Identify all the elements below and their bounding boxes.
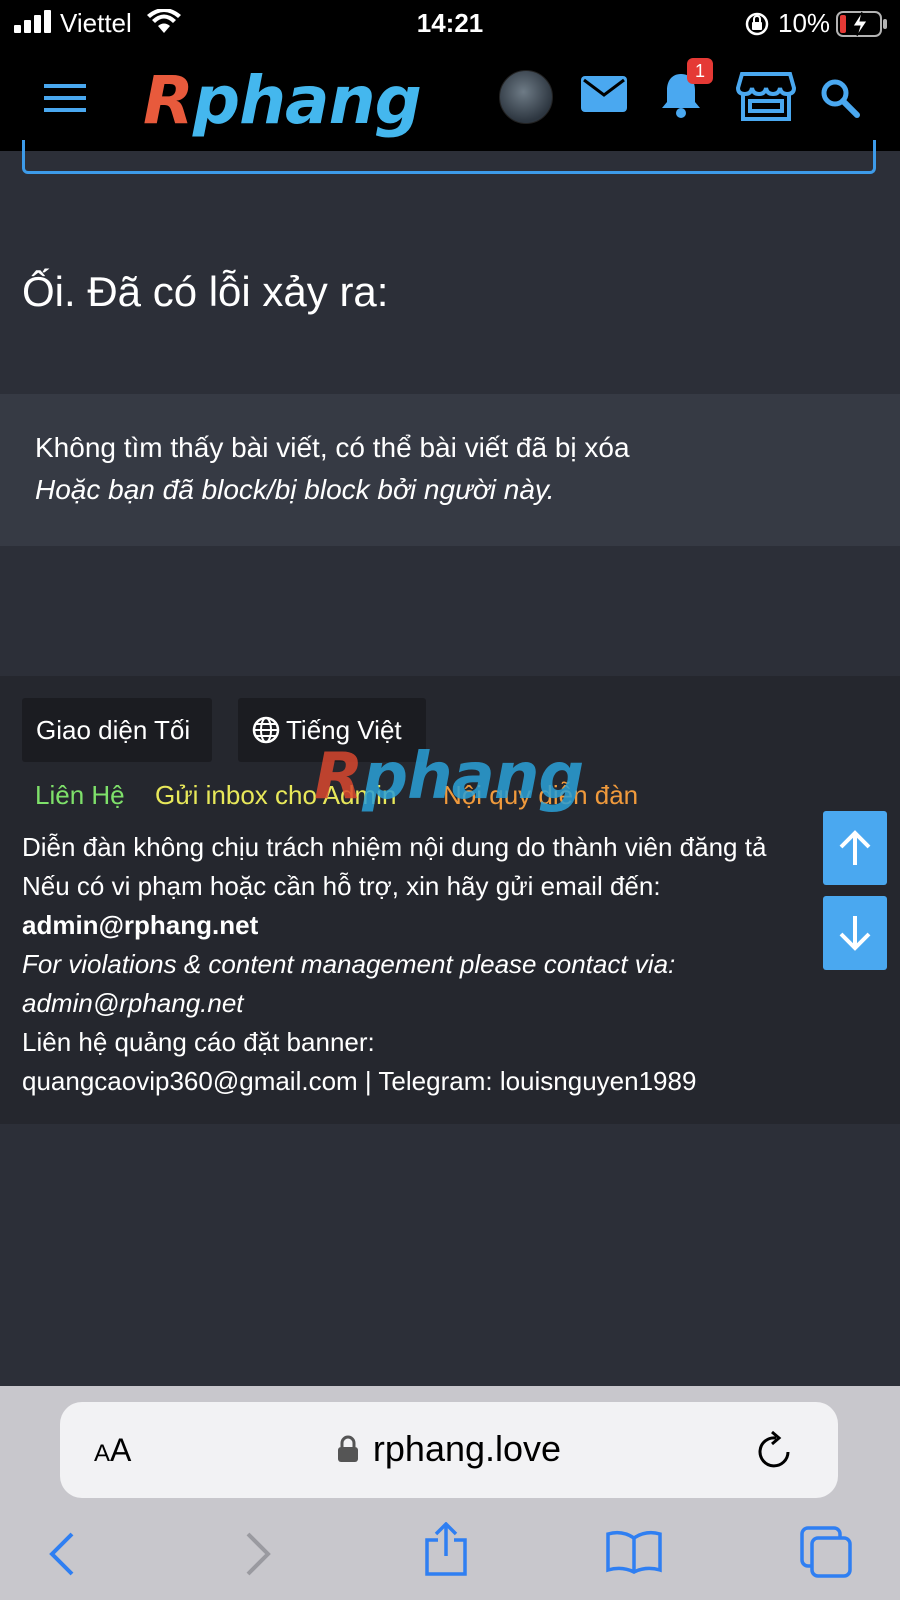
support-email[interactable]: admin@rphang.net (22, 910, 258, 941)
globe-icon (252, 716, 280, 744)
watermark-part-phang: phang (362, 740, 584, 814)
footer-link-contact[interactable]: Liên Hệ (35, 780, 125, 811)
reload-icon[interactable] (756, 1430, 794, 1470)
error-message-italic: Hoặc bạn đã block/bị block bởi người này… (35, 474, 555, 505)
disclaimer-text: Diễn đàn không chịu trách nhiệm nội dung… (22, 832, 767, 862)
bookmarks-icon[interactable] (606, 1530, 662, 1574)
share-icon[interactable] (424, 1522, 468, 1576)
scroll-top-button[interactable] (823, 811, 887, 885)
violations-email[interactable]: admin@rphang.net (22, 988, 244, 1019)
avatar[interactable] (499, 70, 553, 124)
browser-toolbar: AA rphang.love (0, 1386, 900, 1600)
forward-icon[interactable] (244, 1532, 272, 1576)
support-text: Nếu có vi phạm hoặc cần hỗ trợ, xin hãy … (22, 871, 661, 901)
site-header: Rphang 1 (0, 48, 900, 151)
content-frame-bottom-edge (22, 140, 876, 174)
violations-text: For violations & content management plea… (22, 949, 676, 979)
battery-charging-icon (836, 11, 887, 37)
store-icon[interactable] (736, 70, 796, 122)
theme-button[interactable]: Giao diện Tối (22, 698, 212, 762)
site-logo[interactable]: Rphang (143, 62, 422, 139)
status-bar: Viettel 14:21 10% (0, 0, 900, 48)
back-icon[interactable] (48, 1532, 76, 1576)
battery-percentage: 10% (778, 8, 831, 38)
menu-icon[interactable] (44, 84, 86, 114)
ads-text: Liên hệ quảng cáo đặt banner: (22, 1027, 375, 1057)
scroll-bottom-button[interactable] (823, 896, 887, 970)
arrow-up-icon (839, 830, 871, 865)
url-display[interactable]: rphang.love (60, 1428, 838, 1470)
error-message-block: Không tìm thấy bài viết, có thể bài viết… (0, 394, 900, 546)
ads-contact: quangcaovip360@gmail.com | Telegram: lou… (22, 1066, 697, 1096)
error-message: Không tìm thấy bài viết, có thể bài viết… (35, 432, 630, 463)
tabs-icon[interactable] (800, 1526, 852, 1578)
logo-part-phang: phang (192, 62, 422, 139)
logo-watermark: Rphang (314, 740, 584, 814)
watermark-part-r: R (314, 740, 363, 814)
search-icon[interactable] (820, 78, 860, 118)
error-title: Ối. Đã có lỗi xảy ra: (22, 268, 389, 315)
site-footer: Giao diện Tối Tiếng Việt Liên Hệ Gửi inb… (0, 676, 900, 1124)
mail-icon[interactable] (581, 76, 627, 112)
lock-icon (337, 1435, 358, 1462)
address-bar[interactable]: AA rphang.love (60, 1402, 838, 1498)
rotation-lock-icon (745, 12, 769, 36)
url-text: rphang.love (372, 1428, 562, 1469)
arrow-down-icon (839, 916, 871, 951)
notification-badge: 1 (687, 58, 713, 84)
logo-part-r: R (143, 62, 194, 139)
